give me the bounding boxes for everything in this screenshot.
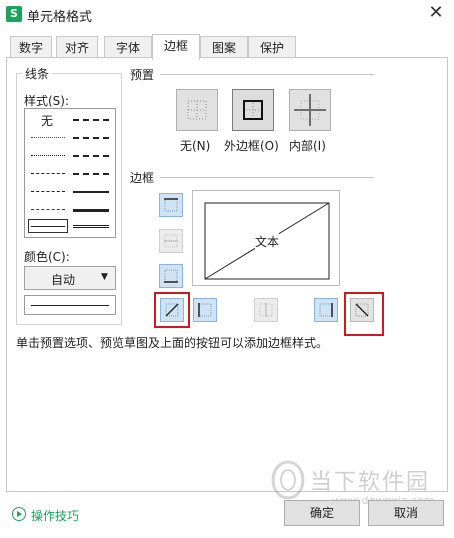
border-top-button[interactable] <box>159 193 183 217</box>
line-style-list[interactable]: 无 <box>24 108 116 238</box>
color-label: 颜色(C): <box>24 250 70 264</box>
line-style-none[interactable]: 无 <box>41 112 53 129</box>
preset-inside-icon <box>294 94 326 126</box>
tab-number[interactable]: 数字 <box>10 36 52 59</box>
line-style-medium-dash-dot[interactable] <box>73 155 109 157</box>
tips-link[interactable]: 操作技巧 <box>31 507 79 524</box>
preset-outline-button[interactable] <box>232 89 274 131</box>
tab-pattern[interactable]: 图案 <box>200 36 248 59</box>
border-diagonal-down-button[interactable] <box>350 298 374 322</box>
border-inside-vertical-button[interactable] <box>254 298 278 322</box>
preset-outline-label[interactable]: 外边框(O) <box>224 137 279 154</box>
border-top-icon <box>164 198 178 212</box>
line-style-medium-dashed[interactable] <box>73 173 109 175</box>
border-bottom-button[interactable] <box>159 264 183 288</box>
preset-outline-icon <box>243 100 263 120</box>
title-bar: S 单元格格式 ✕ <box>0 0 454 28</box>
line-style-dash-dot-dot[interactable] <box>31 173 65 174</box>
play-circle-icon[interactable] <box>12 507 26 521</box>
border-inside-horizontal-button[interactable] <box>159 229 183 253</box>
border-inside-horizontal-icon <box>164 234 178 248</box>
watermark-text: 当下软件园 <box>310 470 431 495</box>
line-color-preview <box>24 295 116 315</box>
line-style-thick[interactable] <box>73 209 109 212</box>
hint-text: 单击预置选项、预览草图及上面的按钮可以添加边框样式。 <box>16 336 329 350</box>
line-style-dashed[interactable] <box>31 209 65 210</box>
tab-border[interactable]: 边框 <box>152 34 200 60</box>
cancel-button[interactable]: 取消 <box>368 500 444 526</box>
diagonal-up-icon <box>165 303 179 317</box>
tab-alignment[interactable]: 对齐 <box>56 36 98 59</box>
tab-protection[interactable]: 保护 <box>248 36 296 59</box>
preset-inside-label[interactable]: 内部(I) <box>289 137 326 154</box>
border-inside-vertical-icon <box>259 303 273 317</box>
window-title: 单元格格式 <box>27 10 93 25</box>
app-logo-icon: S <box>6 6 22 22</box>
line-style-slant-dash-dot[interactable] <box>73 137 109 139</box>
preset-none-label[interactable]: 无(N) <box>180 137 210 154</box>
tab-strip: 数字 对齐 字体 边框 图案 保护 <box>0 34 454 60</box>
line-style-dash-dot[interactable] <box>31 191 65 192</box>
line-style-thin[interactable] <box>31 226 65 227</box>
border-right-icon <box>319 303 333 317</box>
tab-font[interactable]: 字体 <box>104 36 152 59</box>
border-separator <box>160 177 374 178</box>
line-style-medium[interactable] <box>73 191 109 193</box>
line-style-dotted[interactable] <box>31 155 65 156</box>
preset-none-icon <box>187 100 207 120</box>
line-group-title: 线条 <box>22 65 53 82</box>
border-left-button[interactable] <box>193 298 217 322</box>
border-right-button[interactable] <box>314 298 338 322</box>
border-bottom-icon <box>164 269 178 283</box>
preset-inside-button[interactable] <box>289 89 331 131</box>
close-icon[interactable]: ✕ <box>424 3 448 23</box>
border-preview-area[interactable]: 文本 <box>192 190 340 286</box>
border-title: 边框 <box>130 171 155 185</box>
preview-line <box>31 305 109 306</box>
line-style-double[interactable] <box>73 225 109 228</box>
presets-separator <box>160 74 374 75</box>
play-triangle-icon <box>17 511 22 517</box>
color-dropdown[interactable]: 自动 ▼ <box>24 266 116 290</box>
line-style-medium-dash-dot-dot[interactable] <box>73 119 109 121</box>
line-style-hair[interactable] <box>31 137 65 138</box>
preview-text: 文本 <box>255 233 280 250</box>
border-left-icon <box>198 303 212 317</box>
color-dropdown-value: 自动 <box>51 273 76 287</box>
diagonal-down-icon <box>355 303 369 317</box>
chevron-down-icon: ▼ <box>101 272 108 282</box>
border-diagonal-up-button[interactable] <box>160 298 184 322</box>
preset-none-button[interactable] <box>176 89 218 131</box>
style-label: 样式(S): <box>24 94 70 108</box>
presets-title: 预置 <box>130 68 155 82</box>
ok-button[interactable]: 确定 <box>284 500 360 526</box>
